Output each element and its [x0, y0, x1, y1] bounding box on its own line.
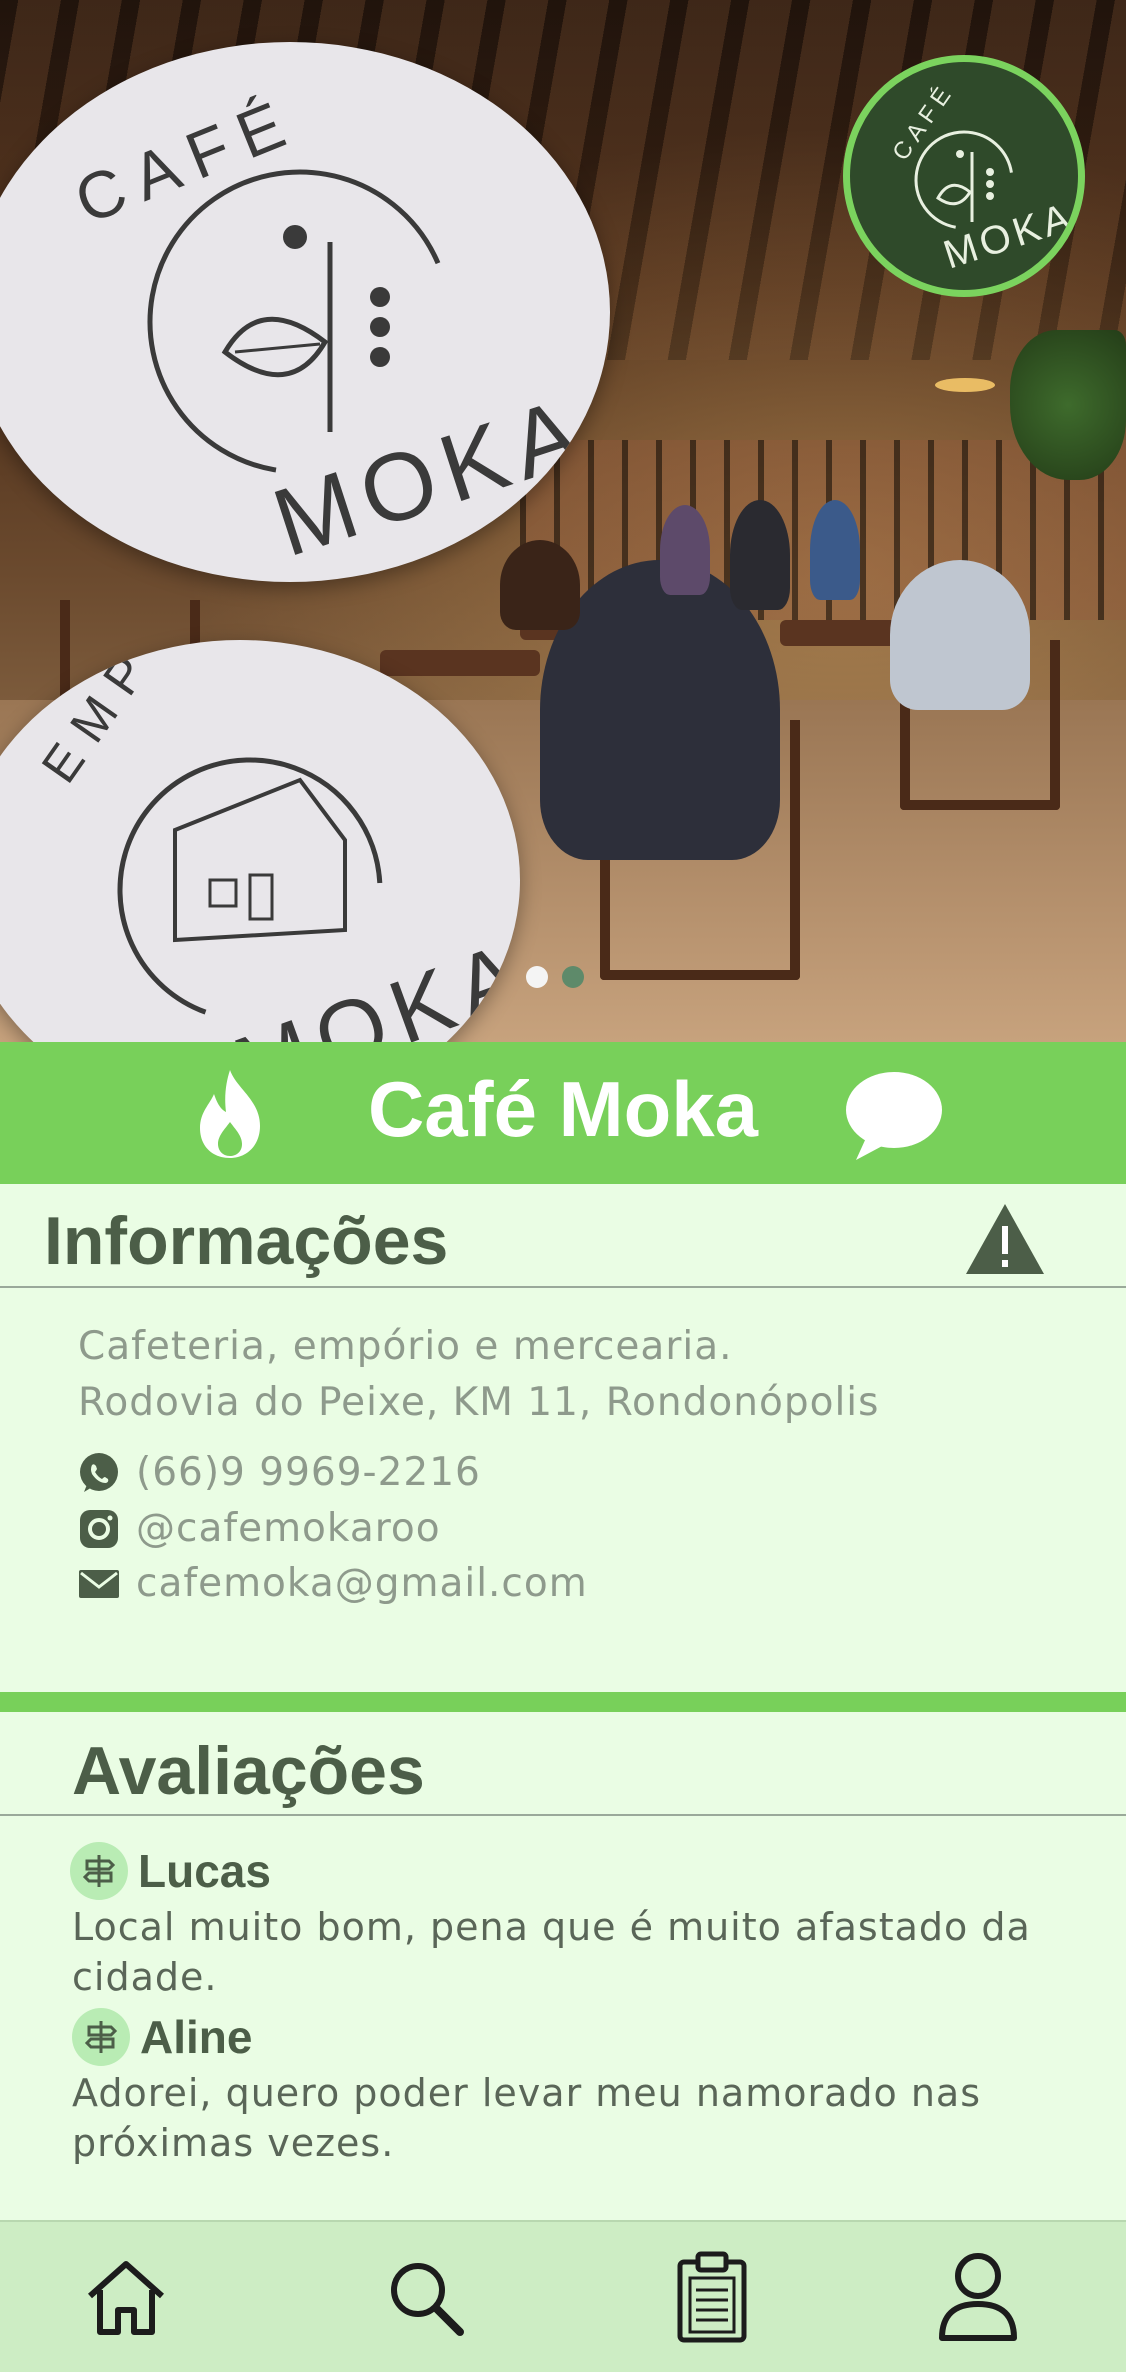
phone-number: (66)9 9969-2216 — [136, 1450, 481, 1495]
whatsapp-icon — [78, 1452, 120, 1494]
carousel-dot-2[interactable] — [562, 966, 584, 988]
cafe-moka-logo[interactable]: CAFÉ MOKA — [843, 55, 1085, 297]
home-icon[interactable] — [84, 2256, 168, 2344]
review-author-name: Lucas — [138, 1845, 271, 1897]
contact-instagram[interactable]: @cafemokaroo — [78, 1506, 441, 1551]
hero-photo[interactable]: CAFÉ MOKA EMPÓRIO MOKA CAFÉ MOKA — [0, 0, 1126, 1042]
plant — [1010, 330, 1126, 480]
clipboard-icon[interactable] — [672, 2250, 752, 2348]
person — [730, 500, 790, 610]
reviews-heading: Avaliações — [72, 1733, 425, 1809]
bottom-navigation — [0, 2220, 1126, 2372]
search-icon[interactable] — [384, 2256, 468, 2344]
ceiling-lamp — [935, 378, 995, 392]
cafe-moka-sign: CAFÉ MOKA — [0, 42, 610, 582]
person — [810, 500, 860, 600]
contact-phone[interactable]: (66)9 9969-2216 — [78, 1450, 481, 1495]
carousel-dot-1[interactable] — [526, 966, 548, 988]
info-header: Informações — [0, 1184, 1126, 1288]
carousel-indicator[interactable] — [526, 966, 584, 988]
review-author[interactable]: Aline — [72, 2008, 252, 2066]
review-text: Adorei, quero poder levar meu namorado n… — [72, 2071, 981, 2165]
email-address: cafemoka@gmail.com — [136, 1561, 588, 1606]
mail-icon — [78, 1563, 120, 1605]
emporio-moka-sign: EMPÓRIO MOKA — [0, 640, 520, 1042]
instagram-icon — [78, 1508, 120, 1550]
section-divider — [0, 1692, 1126, 1712]
info-heading: Informações — [44, 1203, 449, 1279]
person — [660, 505, 710, 595]
review-author-name: Aline — [140, 2011, 253, 2063]
review-text: Local muito bom, pena que é muito afasta… — [72, 1905, 1031, 1999]
chat-bubble-icon[interactable] — [842, 1068, 946, 1168]
warning-icon[interactable] — [964, 1202, 1046, 1280]
review-author[interactable]: Lucas — [70, 1842, 271, 1900]
signpost-icon — [70, 1842, 128, 1900]
info-description: Cafeteria, empório e mercearia. — [78, 1324, 733, 1369]
title-bar: Café Moka — [0, 1042, 1126, 1184]
reviews-header: Avaliações — [0, 1712, 1126, 1816]
instagram-handle: @cafemokaroo — [136, 1506, 441, 1551]
info-address: Rodovia do Peixe, KM 11, Rondonópolis — [78, 1380, 880, 1425]
contact-email[interactable]: cafemoka@gmail.com — [78, 1561, 588, 1606]
person — [890, 560, 1030, 710]
profile-icon[interactable] — [936, 2252, 1020, 2346]
signpost-icon — [72, 2008, 130, 2066]
page-title: Café Moka — [367, 1065, 759, 1153]
